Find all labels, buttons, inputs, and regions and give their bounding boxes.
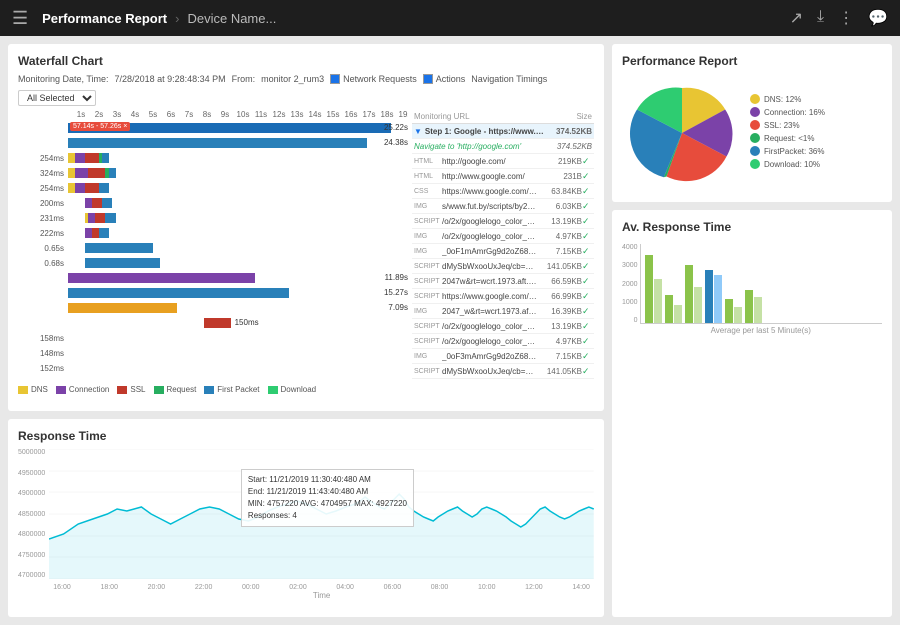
from-label: From: bbox=[232, 74, 256, 84]
chart-tooltip: Start: 11/21/2019 11:30:40:480 AM End: 1… bbox=[241, 469, 414, 527]
legend-download-pie: Download: 10% bbox=[750, 159, 825, 169]
avg-response-panel: Av. Response Time 4000 3000 2000 1000 0 bbox=[612, 210, 892, 617]
url-row: HTML http://www.google.com/ 231B ✓ bbox=[412, 169, 594, 184]
url-nav-row: Navigate to 'http://google.com' 374.52KB bbox=[412, 139, 594, 154]
size-header: Size bbox=[576, 112, 592, 121]
wf-row: 0.65s bbox=[18, 241, 408, 255]
url-row: IMG _0oF3mAmrGg9d2oZ68cPhocbnz6Ng 7.15KB… bbox=[412, 349, 594, 364]
wf-timeline: 1s2s3s 4s5s6s 7s8s9s 10s11s12s 13s14s15s… bbox=[18, 110, 408, 119]
url-row: SCRIPT 2047w&rt=wcrt.1973.aft.1381.prt.3… bbox=[412, 274, 594, 289]
pie-legend: DNS: 12% Connection: 16% SSL: 23% Reques… bbox=[750, 94, 825, 172]
url-row: HTML http://google.com/ 219KB ✓ bbox=[412, 154, 594, 169]
response-x-axis: 16:00 18:00 20:00 22:00 00:00 02:00 04:0… bbox=[49, 584, 594, 591]
nav-timings-label: Navigation Timings bbox=[471, 74, 547, 84]
wf-row: 254ms bbox=[18, 181, 408, 195]
wf-row: 148ms bbox=[18, 346, 408, 360]
download-icon[interactable]: ⤓ bbox=[817, 8, 824, 28]
url-row: IMG s/www.fut.by/scripts/by2/xpremius.js… bbox=[412, 199, 594, 214]
url-row: SCRIPT /o/2x/googlelogo_color_272x92dp.p… bbox=[412, 214, 594, 229]
legend-ssl-pie: SSL: 23% bbox=[750, 120, 825, 130]
wf-row: 222ms bbox=[18, 226, 408, 240]
more-icon[interactable]: ⋮ bbox=[838, 8, 854, 28]
topbar-actions: ↗ ⤓ ⋮ 💬 bbox=[790, 8, 888, 28]
breadcrumb-sep: › bbox=[175, 11, 179, 26]
pie-chart-area: DNS: 12% Connection: 16% SSL: 23% Reques… bbox=[622, 74, 882, 192]
y-axis-labels: 4000 3000 2000 1000 0 bbox=[622, 244, 640, 324]
url-row: SCRIPT dMySbWxooUxJeq/cb=gapi.loaded_0 1… bbox=[412, 364, 594, 379]
share-icon[interactable]: ↗ bbox=[790, 8, 803, 28]
url-row: SCRIPT dMySbWxooUxJeq/cb=gapi.loaded_0 1… bbox=[412, 259, 594, 274]
waterfall-panel: Waterfall Chart Monitoring Date, Time: 7… bbox=[8, 44, 604, 411]
legend-connection-pie: Connection: 16% bbox=[750, 107, 825, 117]
legend-firstpacket-pie: FirstPacket: 36% bbox=[750, 146, 825, 156]
wf-row: 152ms bbox=[18, 361, 408, 375]
wf-marker[interactable]: 57.14s - 57.26s × bbox=[70, 122, 130, 131]
url-row: SCRIPT /o/2x/googlelogo_color_272x92dp.p… bbox=[412, 319, 594, 334]
wf-row: 200ms bbox=[18, 196, 408, 210]
from-value: monitor 2_rum3 bbox=[261, 74, 324, 84]
network-requests-label: Network Requests bbox=[343, 74, 417, 84]
avg-response-title: Av. Response Time bbox=[622, 220, 882, 234]
network-requests-checkbox[interactable] bbox=[330, 74, 340, 84]
wf-row: 7.09s bbox=[18, 301, 408, 315]
wf-row: 15.27s bbox=[18, 286, 408, 300]
avg-x-label: Average per last 5 Minute(s) bbox=[640, 326, 882, 335]
main-content: Waterfall Chart Monitoring Date, Time: 7… bbox=[0, 36, 900, 625]
monitoring-url-header: Monitoring URL bbox=[414, 112, 470, 121]
url-list: Monitoring URL Size ▼ Step 1: Google - h… bbox=[412, 110, 594, 379]
actions-check[interactable]: Actions bbox=[423, 74, 466, 84]
url-row: SCRIPT https://www.google.com/textinputa… bbox=[412, 289, 594, 304]
url-headers: Monitoring URL Size bbox=[412, 110, 594, 124]
response-y-axis: 5000000 4950000 4900000 4850000 4800000 … bbox=[18, 449, 47, 579]
legend-request-pie: Request: <1% bbox=[750, 133, 825, 143]
topbar: ☰ Performance Report › Device Name... ↗ … bbox=[0, 0, 900, 36]
pie-chart bbox=[622, 78, 742, 188]
waterfall-meta: Monitoring Date, Time: 7/28/2018 at 9:28… bbox=[18, 74, 594, 106]
wf-row: 150ms bbox=[18, 316, 408, 330]
device-name: Device Name... bbox=[187, 11, 276, 26]
menu-icon[interactable]: ☰ bbox=[12, 8, 28, 29]
wf-row: 254ms bbox=[18, 151, 408, 165]
url-row: IMG /o/2x/googlelogo_color_120x44do.png … bbox=[412, 229, 594, 244]
avg-bar-chart bbox=[640, 244, 882, 324]
response-time-left-panel: Response Time 5000000 4950000 4900000 48… bbox=[8, 419, 604, 617]
legend-download: Download bbox=[268, 385, 317, 394]
actions-label: Actions bbox=[436, 74, 466, 84]
url-row: IMG 2047_w&rt=wcrt.1973.aft.1381.prt.396… bbox=[412, 304, 594, 319]
network-requests-check[interactable]: Network Requests bbox=[330, 74, 417, 84]
all-selected-dropdown[interactable]: All Selected bbox=[18, 90, 96, 106]
wf-row: 158ms bbox=[18, 331, 408, 345]
wf-row: 24.38s bbox=[18, 136, 408, 150]
legend-ssl: SSL bbox=[117, 385, 145, 394]
legend-firstpacket: First Packet bbox=[204, 385, 259, 394]
url-row: SCRIPT /o/2x/googlelogo_color_120x44do.p… bbox=[412, 334, 594, 349]
chat-icon[interactable]: 💬 bbox=[868, 8, 888, 28]
perf-pie-title: Performance Report bbox=[622, 54, 882, 68]
legend-dns-pie: DNS: 12% bbox=[750, 94, 825, 104]
wf-row: 57.14s - 57.26s × 25.22s bbox=[18, 121, 408, 135]
response-time-left-title: Response Time bbox=[18, 429, 594, 443]
legend-request: Request bbox=[154, 385, 197, 394]
wf-row: 0.68s bbox=[18, 256, 408, 270]
url-step-row[interactable]: ▼ Step 1: Google - https://www.google.co… bbox=[412, 124, 594, 139]
url-row: IMG _0oF1mAmrGg9d2oZ68cPhocbnz6Ng 7.15KB… bbox=[412, 244, 594, 259]
actions-checkbox[interactable] bbox=[423, 74, 433, 84]
right-column: Performance Report bbox=[612, 44, 892, 617]
legend-dns: DNS bbox=[18, 385, 48, 394]
legend-connection: Connection bbox=[56, 385, 109, 394]
wf-legend: DNS Connection SSL Request First Packet … bbox=[18, 385, 594, 394]
response-x-label: Time bbox=[49, 591, 594, 600]
monitoring-date-value: 7/28/2018 at 9:28:48:34 PM bbox=[115, 74, 226, 84]
wf-row: 324ms bbox=[18, 166, 408, 180]
wf-row: 11.89s bbox=[18, 271, 408, 285]
waterfall-title: Waterfall Chart bbox=[18, 54, 594, 68]
url-row: CSS https://www.google.com/?gws_rd=ssl 6… bbox=[412, 184, 594, 199]
monitoring-date-label: Monitoring Date, Time: bbox=[18, 74, 109, 84]
wf-row: 231ms bbox=[18, 211, 408, 225]
perf-pie-panel: Performance Report bbox=[612, 44, 892, 202]
app-title: Performance Report bbox=[42, 11, 167, 26]
